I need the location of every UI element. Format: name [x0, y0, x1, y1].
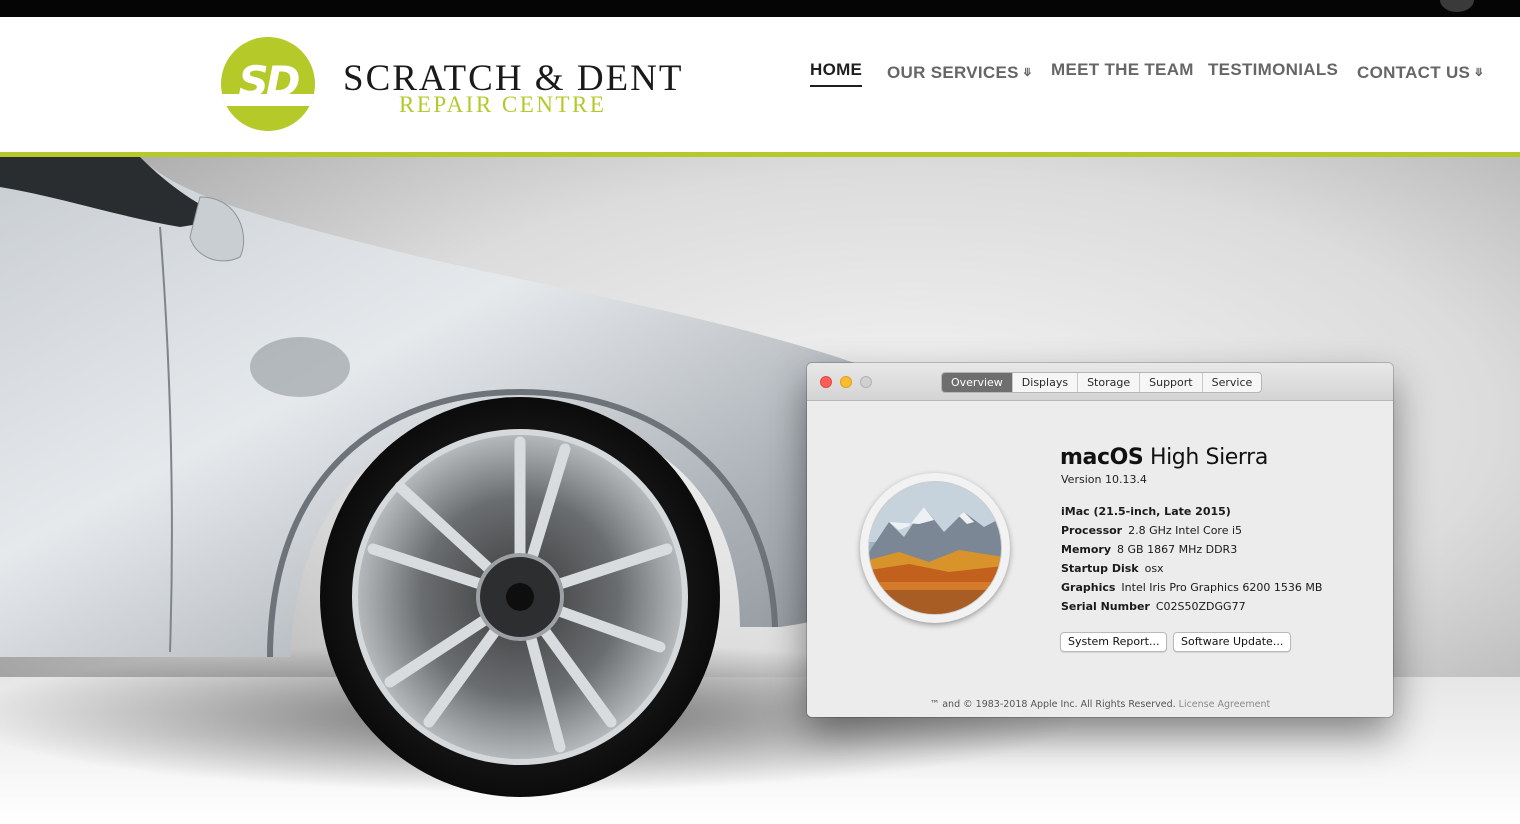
dent-area	[250, 337, 350, 397]
nav-testimonials[interactable]: TESTIMONIALS	[1208, 60, 1338, 80]
tab-storage[interactable]: Storage	[1077, 373, 1139, 392]
os-name-rest: High Sierra	[1149, 445, 1268, 470]
tab-displays[interactable]: Displays	[1011, 373, 1077, 392]
spec-label: Memory	[1061, 543, 1112, 556]
nav-meet-the-team[interactable]: MEET THE TEAM	[1051, 60, 1194, 80]
tab-support[interactable]: Support	[1139, 373, 1201, 392]
side-mirror	[189, 196, 245, 262]
spec-processor: Processor 2.8 GHz Intel Core i5	[1061, 524, 1242, 537]
spec-serial-number: Serial Number C02S50ZDGG77	[1061, 600, 1246, 613]
logo-letters: SD	[238, 57, 300, 106]
nav-meet-the-team-label: MEET THE TEAM	[1051, 60, 1194, 79]
spec-value: 8 GB 1867 MHz DDR3	[1117, 543, 1238, 556]
zoom-button[interactable]	[860, 376, 872, 388]
mac-model: iMac (21.5-inch, Late 2015)	[1061, 505, 1231, 518]
macos-high-sierra-icon	[860, 473, 1010, 623]
spec-value: Intel Iris Pro Graphics 6200 1536 MB	[1121, 581, 1323, 594]
tab-service[interactable]: Service	[1201, 373, 1262, 392]
copyright-footer: ™ and © 1983-2018 Apple Inc. All Rights …	[807, 699, 1393, 710]
spec-label: Graphics	[1061, 581, 1116, 594]
os-name-bold: macOS	[1060, 445, 1144, 470]
os-title: macOS High Sierra	[1060, 445, 1268, 470]
logo-icon[interactable]: SD	[221, 37, 315, 131]
spec-label: Startup Disk	[1061, 562, 1139, 575]
top-bar	[0, 0, 1520, 17]
nav-home[interactable]: HOME	[810, 60, 863, 87]
mac-model-text: iMac (21.5-inch, Late 2015)	[1061, 505, 1231, 518]
spec-memory: Memory 8 GB 1867 MHz DDR3	[1061, 543, 1237, 556]
chevron-double-down-icon: ⤋	[1474, 67, 1484, 79]
hub-center	[506, 583, 534, 611]
spec-value: osx	[1144, 562, 1164, 575]
nav-contact-us[interactable]: CONTACT US ⤋	[1357, 63, 1484, 83]
overview-panel: macOS High Sierra Version 10.13.4 iMac (…	[807, 401, 1393, 717]
license-agreement-link[interactable]: License Agreement	[1179, 699, 1271, 710]
spec-graphics: Graphics Intel Iris Pro Graphics 6200 153…	[1061, 581, 1322, 594]
nav-our-services[interactable]: OUR SERVICES ⤋	[887, 63, 1032, 83]
close-button[interactable]	[820, 376, 832, 388]
software-update-button[interactable]: Software Update...	[1173, 632, 1292, 652]
copyright-text: ™ and © 1983-2018 Apple Inc. All Rights …	[929, 699, 1176, 710]
segmented-tabs: Overview Displays Storage Support Servic…	[941, 372, 1263, 393]
facebook-icon[interactable]	[1440, 0, 1474, 12]
mountain-artwork	[868, 481, 1002, 615]
about-this-mac-window: Overview Displays Storage Support Servic…	[807, 363, 1393, 717]
spec-startup-disk: Startup Disk osx	[1061, 562, 1164, 575]
system-report-button[interactable]: System Report...	[1060, 632, 1168, 652]
site-header: SD SCRATCH & DENT REPAIR CENTRE HOME OUR…	[0, 17, 1520, 152]
spec-value: 2.8 GHz Intel Core i5	[1128, 524, 1243, 537]
spec-value: C02S50ZDGG77	[1155, 600, 1246, 613]
spec-label: Serial Number	[1061, 600, 1150, 613]
nav-home-label: HOME	[810, 60, 863, 79]
tab-overview[interactable]: Overview	[942, 373, 1012, 392]
spec-label: Processor	[1061, 524, 1123, 537]
nav-testimonials-label: TESTIMONIALS	[1208, 60, 1339, 79]
nav-our-services-label: OUR SERVICES	[887, 63, 1019, 82]
nav-contact-us-label: CONTACT US	[1357, 63, 1471, 82]
os-version: Version 10.13.4	[1061, 473, 1147, 486]
window-titlebar[interactable]: Overview Displays Storage Support Servic…	[807, 363, 1393, 401]
logo-subtitle[interactable]: REPAIR CENTRE	[399, 92, 606, 118]
minimize-button[interactable]	[840, 376, 852, 388]
active-underline	[810, 85, 863, 87]
chevron-double-down-icon: ⤋	[1022, 67, 1033, 79]
